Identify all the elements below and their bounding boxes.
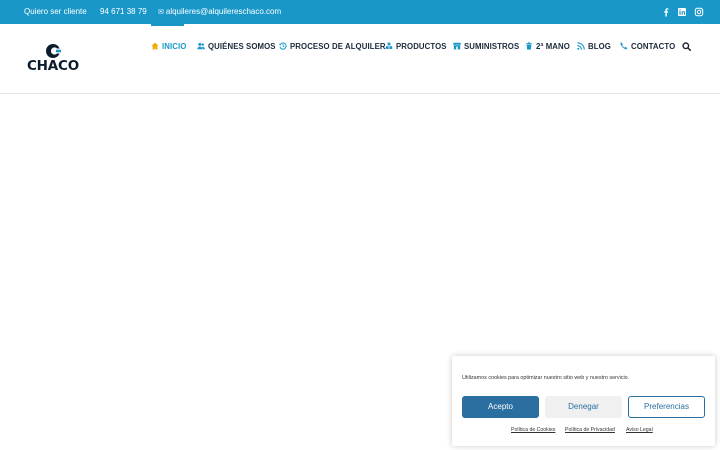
cookie-message: Utilizamos cookies para optimizar nuestr…	[462, 375, 630, 381]
email-link[interactable]: ✉ alquileres@alquilereschaco.com	[158, 7, 281, 18]
trash-icon	[526, 42, 532, 50]
home-icon	[151, 42, 159, 50]
top-bar: Quiero ser cliente 94 671 38 79 ✉ alquile…	[0, 0, 720, 24]
nav-item-inicio[interactable]: INICIO	[151, 41, 186, 53]
nav-item-quienes-somos[interactable]: QUIÉNES SOMOS	[197, 41, 276, 53]
users-icon	[197, 42, 205, 50]
nav-label: QUIÉNES SOMOS	[208, 42, 276, 51]
privacy-policy-link[interactable]: Política de Privacidad	[565, 427, 615, 433]
history-icon	[279, 42, 287, 50]
envelope-icon: ✉	[158, 9, 164, 16]
cookie-banner: Utilizamos cookies para optimizar nuestr…	[452, 356, 715, 446]
instagram-icon[interactable]	[694, 7, 704, 17]
nav-item-productos[interactable]: PRODUCTOS	[385, 41, 447, 53]
deny-button[interactable]: Denegar	[545, 396, 622, 418]
cookie-policy-link[interactable]: Política de Cookies	[511, 427, 555, 433]
nav-label: PROCESO DE ALQUILER	[290, 42, 386, 51]
nav-item-suministros[interactable]: SUMINISTROS	[453, 41, 519, 53]
search-icon[interactable]	[682, 42, 691, 51]
site-header: CHACO INICIO QUIÉNES SOMOS PROCESO DE AL…	[0, 24, 720, 94]
store-icon	[453, 42, 461, 50]
nav-item-segunda-mano[interactable]: 2ª MANO	[525, 41, 570, 53]
client-link[interactable]: Quiero ser cliente	[24, 7, 87, 17]
email-address: alquileres@alquilereschaco.com	[165, 7, 282, 16]
facebook-icon[interactable]	[661, 7, 671, 17]
nav-item-contacto[interactable]: CONTACTO	[620, 41, 675, 53]
preferences-button[interactable]: Preferencias	[628, 396, 705, 418]
active-indicator	[151, 24, 184, 26]
nav-item-blog[interactable]: BLOG	[577, 41, 611, 53]
nav-label: CONTACTO	[631, 42, 676, 51]
nav-label: BLOG	[588, 42, 611, 51]
accept-button[interactable]: Acepto	[462, 396, 539, 418]
nav-label: 2ª MANO	[536, 42, 570, 51]
phone-link[interactable]: 94 671 38 79	[98, 7, 147, 17]
phone-icon	[620, 42, 628, 50]
main-nav: INICIO QUIÉNES SOMOS PROCESO DE ALQUILER…	[0, 24, 720, 94]
nav-label: SUMINISTROS	[464, 42, 520, 51]
nav-label: PRODUCTOS	[396, 42, 447, 51]
nav-label: INICIO	[162, 42, 187, 51]
rss-icon	[577, 42, 585, 50]
phone-number: 94 671 38 79	[100, 7, 147, 16]
legal-notice-link[interactable]: Aviso Legal	[626, 427, 653, 433]
nav-item-proceso-de-alquiler[interactable]: PROCESO DE ALQUILER	[279, 41, 386, 53]
linkedin-icon[interactable]	[677, 7, 687, 17]
cubes-icon	[385, 42, 393, 49]
